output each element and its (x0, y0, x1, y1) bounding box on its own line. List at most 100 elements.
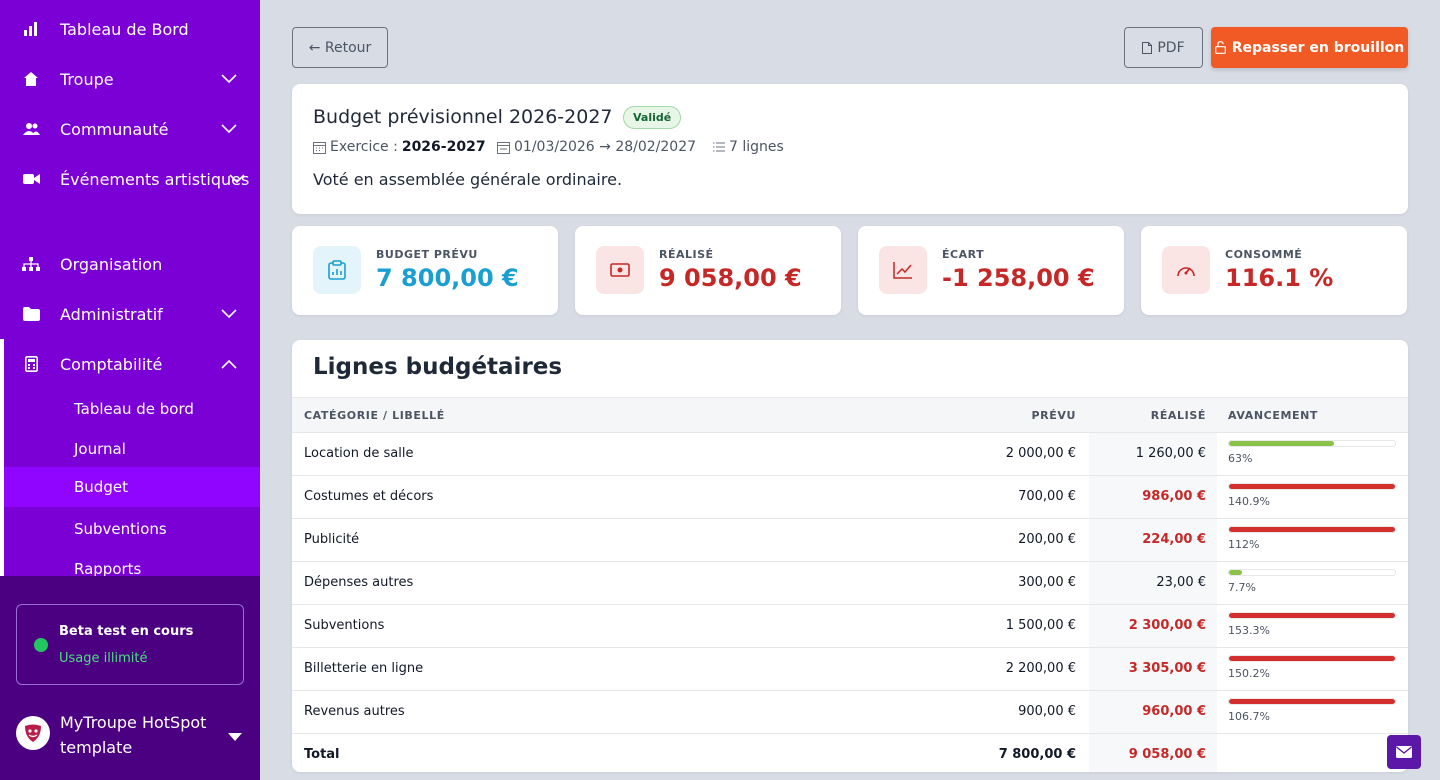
pdf-button-label: PDF (1157, 39, 1185, 56)
cell-realise: 224,00 € (1142, 532, 1206, 547)
page-title: Budget prévisionnel 2026-2027 (313, 106, 613, 128)
sidebar-item-label: Administratif (60, 304, 163, 324)
sidebar-item-troupe[interactable]: Troupe (0, 54, 260, 104)
org-avatar-icon (16, 716, 50, 750)
stat-value: 9 058,00 € (659, 264, 802, 292)
stat-label: ÉCART (942, 248, 985, 261)
pdf-button[interactable]: PDF (1124, 27, 1203, 68)
total-label: Total (304, 747, 340, 762)
sidebar-item-comptabilite[interactable]: Comptabilité (0, 339, 260, 389)
table-row[interactable]: Revenus autres 900,00 € 960,00 € 106.7% (292, 691, 1408, 734)
cell-label: Location de salle (304, 446, 414, 461)
table-row[interactable]: Dépenses autres 300,00 € 23,00 € 7.7% (292, 562, 1408, 605)
progress-fill (1229, 699, 1395, 704)
folder-icon (22, 305, 40, 323)
cell-realise: 1 260,00 € (1135, 446, 1206, 461)
sidebar-item-evenements[interactable]: Événements artistiques (0, 154, 260, 204)
stat-value: 7 800,00 € (376, 264, 519, 292)
table-row[interactable]: Billetterie en ligne 2 200,00 € 3 305,00 €… (292, 648, 1408, 691)
sidebar-nav: Tableau de Bord Troupe Communauté Événem… (0, 0, 260, 576)
table-row[interactable]: Location de salle 2 000,00 € 1 260,00 € 63% (292, 433, 1408, 476)
lines-count: 7 lignes (729, 139, 784, 155)
sidebar-subitem-budget[interactable]: Budget (4, 467, 260, 507)
table-row[interactable]: Costumes et décors 700,00 € 986,00 € 140.9% (292, 476, 1408, 519)
budget-lines-card: Lignes budgétaires CATÉGORIE / LIBELLÉ P… (292, 340, 1408, 772)
sidebar-item-tableau-de-bord[interactable]: Tableau de Bord (0, 4, 260, 54)
lines-meta: 7 lignes (713, 139, 784, 155)
progress-fill (1229, 570, 1242, 575)
stat-label: CONSOMMÉ (1225, 248, 1303, 261)
sidebar-subitem-label: Journal (74, 440, 126, 458)
sidebar: Tableau de Bord Troupe Communauté Événem… (0, 0, 260, 780)
cell-prevu: 2 000,00 € (1005, 446, 1076, 461)
status-dot-icon (34, 638, 48, 652)
sidebar-item-administratif[interactable]: Administratif (0, 289, 260, 339)
org-switcher[interactable]: MyTroupe HotSpot template (16, 710, 244, 766)
stat-label: BUDGET PRÉVU (376, 248, 478, 261)
file-pdf-icon (1142, 41, 1153, 54)
stat-card-realise: RÉALISÉ 9 058,00 € (575, 226, 841, 315)
sidebar-item-communaute[interactable]: Communauté (0, 104, 260, 154)
sidebar-subitem-rapports[interactable]: Rapports (4, 549, 260, 576)
revert-to-draft-label: Repasser en brouillon (1231, 39, 1405, 56)
caret-down-icon (228, 727, 244, 741)
back-button-label: ← Retour (308, 39, 372, 56)
back-button[interactable]: ← Retour (292, 27, 388, 68)
sidebar-subitem-label: Subventions (74, 520, 167, 538)
sidebar-item-label: Troupe (60, 69, 114, 89)
table-row[interactable]: Subventions 1 500,00 € 2 300,00 € 153.3% (292, 605, 1408, 648)
sidebar-subitem-label: Tableau de bord (74, 400, 194, 418)
cell-label: Subventions (304, 618, 385, 633)
message-button[interactable] (1387, 735, 1421, 769)
home-icon (22, 70, 40, 88)
sidebar-item-label: Tableau de Bord (60, 19, 189, 39)
sidebar-subitem-tableau-de-bord[interactable]: Tableau de bord (4, 389, 260, 429)
sidebar-footer: Beta test en cours Usage illimité MyTrou… (0, 576, 260, 780)
beta-subtitle: Usage illimité (59, 651, 148, 666)
section-title: Lignes budgétaires (313, 354, 563, 380)
progress-fill (1229, 441, 1334, 446)
cell-realise: 2 300,00 € (1128, 618, 1206, 633)
chevron-up-icon (220, 355, 238, 373)
progress-percent: 106.7% (1228, 710, 1270, 723)
sidebar-item-label: Communauté (60, 119, 169, 139)
stat-card-ecart: ÉCART -1 258,00 € (858, 226, 1124, 315)
sidebar-subitem-label: Rapports (74, 560, 142, 576)
beta-title: Beta test en cours (59, 624, 194, 639)
exercice-meta: Exercice : 2026-2027 (313, 139, 486, 155)
sitemap-icon (22, 255, 40, 273)
chevron-down-icon (220, 120, 238, 138)
total-prevu: 7 800,00 € (998, 747, 1076, 762)
sidebar-item-label: Organisation (60, 254, 163, 274)
table-total-row: Total 7 800,00 € 9 058,00 € (292, 734, 1408, 772)
column-header-prevu: PRÉVU (1031, 409, 1076, 422)
cell-prevu: 900,00 € (1018, 704, 1076, 719)
calculator-icon (22, 355, 40, 373)
status-badge: Validé (623, 106, 682, 129)
beta-status-card: Beta test en cours Usage illimité (16, 604, 244, 685)
unlock-icon (1214, 41, 1226, 54)
sidebar-subitem-subventions[interactable]: Subventions (4, 509, 260, 549)
calendar-icon (313, 141, 326, 154)
period-meta: 01/03/2026 → 28/02/2027 (497, 139, 696, 155)
sidebar-subitem-journal[interactable]: Journal (4, 429, 260, 469)
exercice-label: Exercice : (330, 139, 398, 155)
cell-label: Billetterie en ligne (304, 661, 424, 676)
progress-percent: 150.2% (1228, 667, 1270, 680)
cell-prevu: 1 500,00 € (1005, 618, 1076, 633)
cell-realise: 3 305,00 € (1128, 661, 1206, 676)
progress-fill (1229, 656, 1395, 661)
column-header-realise: RÉALISÉ (1150, 409, 1206, 422)
progress-percent: 140.9% (1228, 495, 1270, 508)
cell-label: Costumes et décors (304, 489, 434, 504)
progress-fill (1229, 527, 1395, 532)
stat-value: 116.1 % (1225, 264, 1334, 292)
table-row[interactable]: Publicité 200,00 € 224,00 € 112% (292, 519, 1408, 562)
revert-to-draft-button[interactable]: Repasser en brouillon (1211, 27, 1408, 68)
sidebar-item-organisation[interactable]: Organisation (0, 239, 260, 289)
chevron-down-icon (220, 305, 238, 323)
progress-bar (1228, 440, 1396, 447)
stat-value: -1 258,00 € (942, 264, 1095, 292)
stat-label: RÉALISÉ (659, 248, 714, 261)
progress-bar (1228, 483, 1396, 490)
